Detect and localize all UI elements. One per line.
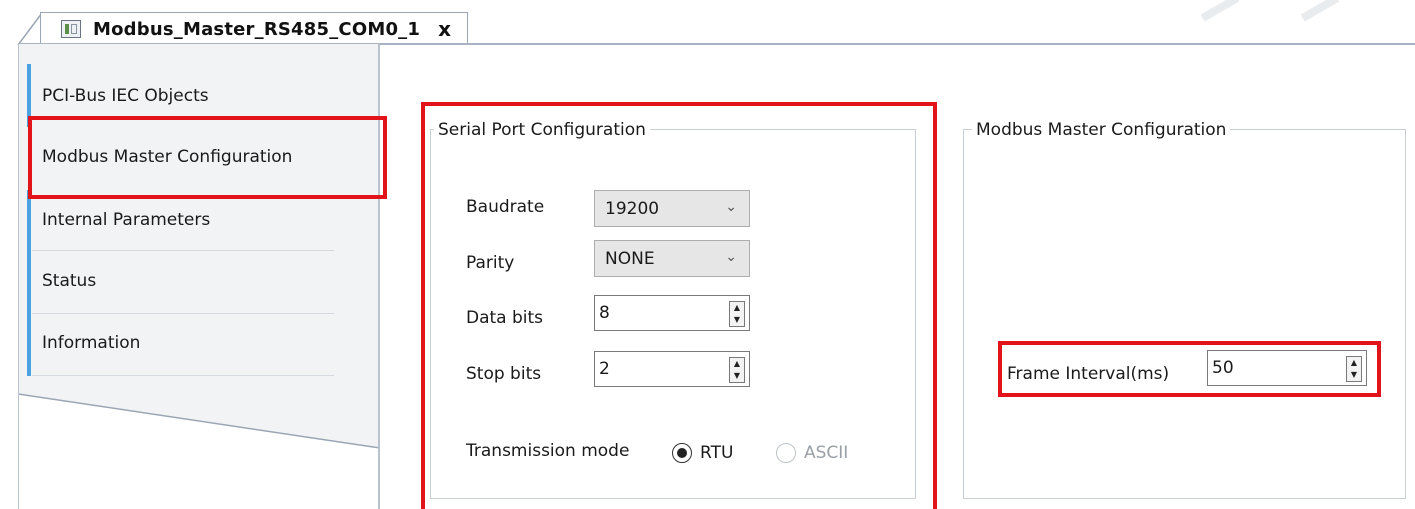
highlight-box-nav <box>28 116 387 199</box>
sidebar-item-internal-parameters[interactable]: Internal Parameters <box>42 210 387 230</box>
sidebar-item-status[interactable]: Status <box>42 271 387 291</box>
sidebar-item-pci-bus[interactable]: PCI-Bus IEC Objects <box>42 86 387 106</box>
sidebar-separator <box>32 250 334 251</box>
sidebar-separator <box>32 375 334 376</box>
tab-modbus-master[interactable]: Modbus_Master_RS485_COM0_1 x <box>40 12 468 45</box>
sidebar-separator <box>32 313 334 314</box>
tab-title: Modbus_Master_RS485_COM0_1 <box>93 18 421 40</box>
sidebar-item-information[interactable]: Information <box>42 333 387 353</box>
close-icon[interactable]: x <box>438 17 451 41</box>
highlight-box-frame-interval <box>998 341 1381 397</box>
highlight-box-serial <box>421 102 937 509</box>
sidebar-left-border <box>18 44 19 509</box>
modbus-master-group-title: Modbus Master Configuration <box>972 120 1231 140</box>
modbus-master-group <box>963 129 1406 499</box>
device-icon <box>61 20 81 38</box>
sidebar-accent <box>27 190 31 376</box>
